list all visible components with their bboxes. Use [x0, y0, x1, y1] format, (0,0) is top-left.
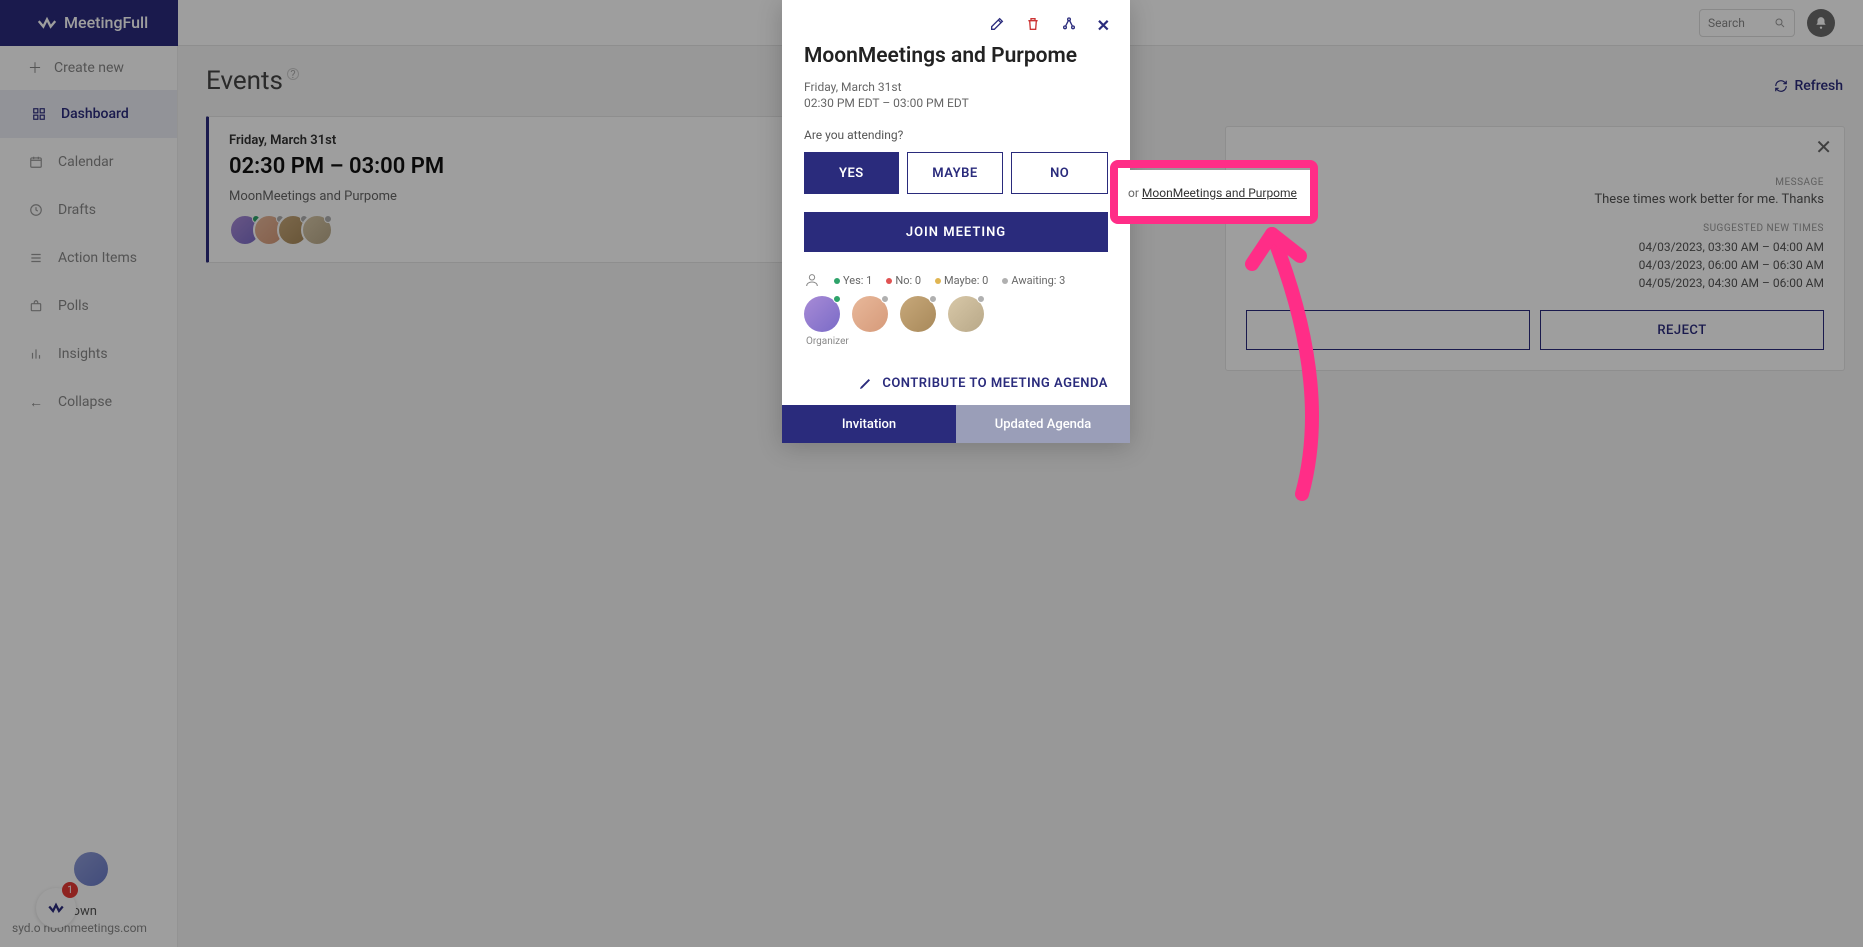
avatar[interactable] [900, 296, 936, 332]
close-icon[interactable]: ✕ [1097, 16, 1110, 36]
tab-updated-agenda[interactable]: Updated Agenda [956, 405, 1130, 443]
avatar[interactable] [852, 296, 888, 332]
avatar[interactable] [804, 296, 840, 332]
organizer-label: Organizer [806, 336, 1108, 347]
edit-icon[interactable] [989, 16, 1005, 36]
modal-title: MoonMeetings and Purpome [804, 44, 1108, 68]
pencil-icon [858, 375, 874, 391]
join-meeting-button[interactable]: JOIN MEETING [804, 212, 1108, 252]
meeting-modal: ✕ MoonMeetings and Purpome Friday, March… [782, 0, 1130, 443]
attending-question: Are you attending? [804, 128, 1108, 142]
modal-date: Friday, March 31st [804, 80, 1108, 94]
modal-tabs: Invitation Updated Agenda [782, 405, 1130, 443]
person-icon [804, 272, 820, 288]
modal-time: 02:30 PM EDT – 03:00 PM EDT [804, 96, 1108, 110]
attend-yes-button[interactable]: YES [804, 152, 899, 194]
attend-no-button[interactable]: NO [1011, 152, 1108, 194]
share-icon[interactable] [1061, 16, 1077, 36]
tab-invitation[interactable]: Invitation [782, 405, 956, 443]
trash-icon[interactable] [1025, 16, 1041, 36]
annotation-highlight-box [1110, 160, 1318, 224]
contribute-agenda-button[interactable]: CONTRIBUTE TO MEETING AGENDA [782, 367, 1130, 405]
attend-maybe-button[interactable]: MAYBE [907, 152, 1004, 194]
modal-attendees [804, 296, 1108, 332]
avatar[interactable] [948, 296, 984, 332]
attendee-stats: Yes: 1 No: 0 Maybe: 0 Awaiting: 3 [804, 272, 1108, 288]
